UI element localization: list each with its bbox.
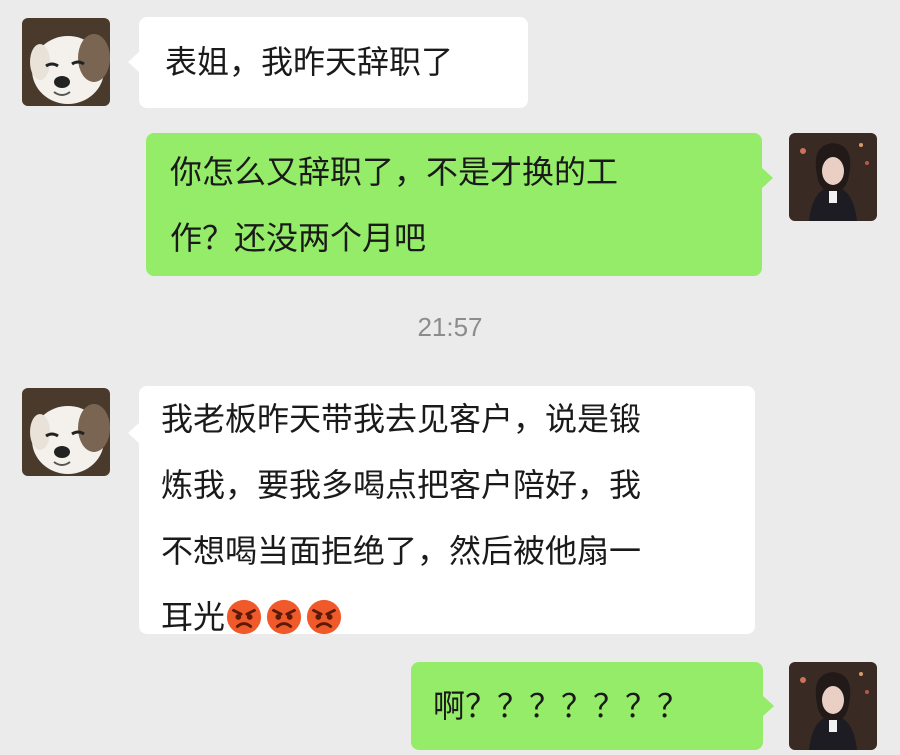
message-bubble-outgoing[interactable]: 你怎么又辞职了，不是才换的工 作？还没两个月吧 (146, 133, 773, 276)
message-timestamp: 21:57 (417, 312, 483, 342)
my-avatar[interactable] (789, 133, 877, 221)
user-photo-avatar-icon (789, 662, 877, 750)
my-avatar[interactable] (789, 662, 877, 750)
angry-face-icon (225, 598, 263, 636)
dog-avatar-icon (22, 388, 110, 476)
message-bubble-outgoing[interactable]: 啊？？？？？？？ (411, 662, 774, 750)
message-bubble-incoming[interactable]: 表姐，我昨天辞职了 (128, 17, 528, 108)
angry-face-icon (265, 598, 303, 636)
message-text: 表姐，我昨天辞职了 (165, 43, 454, 81)
bubble-tail (128, 51, 140, 73)
bubble-tail (762, 695, 774, 717)
emoji-group (225, 598, 345, 636)
bubble-tail (761, 167, 773, 189)
message-text: 啊？？？？？？？ (433, 687, 690, 725)
contact-avatar[interactable] (22, 18, 110, 106)
message-bubble-incoming[interactable]: 我老板昨天带我去见客户，说是锻 炼我，要我多喝点把客户陪好，我 不想喝当面拒绝了… (128, 386, 755, 636)
bubble-tail (128, 422, 140, 444)
message-text: 你怎么又辞职了，不是才换的工 作？还没两个月吧 (170, 153, 619, 257)
angry-face-icon (305, 598, 343, 636)
user-photo-avatar-icon (789, 133, 877, 221)
contact-avatar[interactable] (22, 388, 110, 476)
dog-avatar-icon (22, 18, 110, 106)
